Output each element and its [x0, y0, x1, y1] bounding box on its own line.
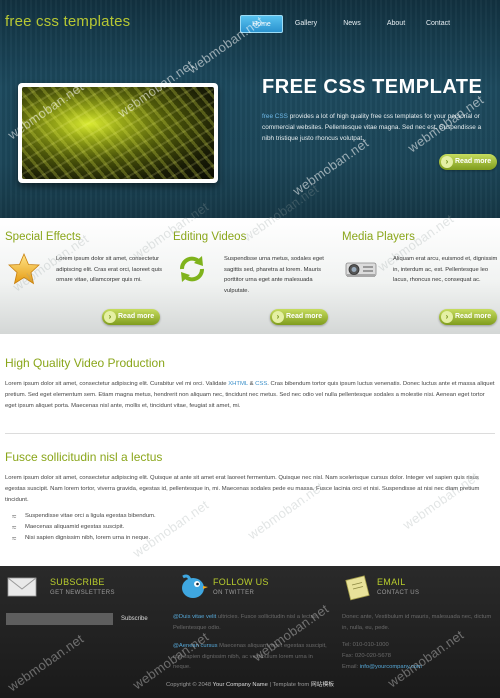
follow-column: FOLLOW US ON TWITTER	[213, 577, 269, 596]
css-link[interactable]: CSS	[255, 381, 267, 387]
section-text: Lorem ipsum dolor sit amet, consectetur …	[5, 379, 495, 412]
feature-media-players: Media Players Aliquam erat arcu, euismod…	[342, 218, 500, 334]
copyright-text: Copyright © 2048	[165, 682, 213, 688]
tweet-user-link[interactable]: @Duis vitae velit	[173, 614, 216, 620]
contact-email: Email: info@yourcompany.com	[342, 662, 422, 673]
arrow-right-icon: ›	[441, 311, 453, 323]
feature-title: Media Players	[342, 231, 415, 243]
hero-title: FREE CSS TEMPLATE	[262, 76, 483, 98]
follow-subtitle: ON TWITTER	[213, 590, 255, 596]
subscribe-button[interactable]: Subscribe	[121, 613, 148, 625]
projector-icon	[345, 262, 377, 277]
feature-special-effects: Special Effects Lorem ipsum dolor sit am…	[5, 218, 165, 334]
feature-read-more-label: Read more	[455, 313, 492, 320]
xhtml-link[interactable]: XHTML	[228, 381, 248, 387]
feature-read-more-label: Read more	[286, 313, 323, 320]
hero-read-more-label: Read more	[455, 158, 492, 165]
contact-address: Donec ante, Vestibulum id mauris, malesu…	[342, 614, 492, 631]
email-subtitle: CONTACT US	[377, 590, 420, 596]
bullet-list: Suspendisse vitae orci a ligula egestas …	[12, 511, 156, 544]
header-hero: free css templates Home Gallery News Abo…	[0, 0, 500, 218]
arrow-right-icon: ›	[104, 311, 116, 323]
copyright: Copyright © 2048 Your Company Name | Tem…	[0, 679, 500, 688]
section-title: Fusce sollicitudin nisl a lectus	[5, 450, 163, 464]
company-name-link[interactable]: Your Company Name	[213, 682, 268, 688]
arrow-right-icon: ›	[272, 311, 284, 323]
feature-read-more-button[interactable]: › Read more	[102, 309, 161, 325]
feature-title: Special Effects	[5, 231, 81, 243]
arrow-right-icon: ›	[441, 156, 453, 168]
star-icon	[8, 252, 40, 285]
note-icon	[345, 575, 370, 601]
hero-text-body: provides a lot of high quality free css …	[262, 113, 482, 142]
email-title: EMAIL	[377, 577, 406, 587]
subscribe-column: SUBSCRIBE GET NEWSLETTERS	[50, 577, 115, 596]
newsletter-email-input[interactable]	[6, 613, 113, 625]
tweet-user-link[interactable]: @Aenean cursus	[173, 643, 218, 649]
tweet: @Duis vitae velit ultricies. Fusce solli…	[173, 612, 328, 633]
main-nav: Home Gallery News About Contact	[240, 15, 459, 33]
feature-read-more-label: Read more	[118, 313, 155, 320]
tweet: @Aenean cursus Maecenas aliquam, eget eg…	[173, 641, 328, 673]
envelope-icon	[7, 577, 37, 597]
section-text: Lorem ipsum dolor sit amet, consectetur …	[5, 475, 480, 503]
contact-fax: Fax: 020-020-5678	[342, 653, 391, 659]
feature-title: Editing Videos	[173, 231, 247, 243]
twitter-bird-icon	[182, 574, 208, 598]
feature-text: Lorem ipsum dolor sit amet, consectetur …	[56, 256, 163, 283]
divider	[5, 433, 495, 434]
nav-news[interactable]: News	[329, 15, 375, 33]
list-item: Nisi sapien dignissim nibh, lorem urna i…	[12, 533, 156, 544]
copyright-text: | Template from	[267, 682, 311, 688]
email-column: EMAIL CONTACT US	[377, 577, 419, 596]
subscribe-title: SUBSCRIBE	[50, 577, 105, 587]
feature-read-more-button[interactable]: › Read more	[270, 309, 329, 325]
hero-image	[22, 87, 214, 179]
feature-text: Aliquam erat arcu, euismod et, dignissim…	[393, 256, 498, 283]
subscribe-subtitle: GET NEWSLETTERS	[50, 590, 115, 596]
features-band: Special Effects Lorem ipsum dolor sit am…	[0, 218, 500, 334]
hero-read-more-button[interactable]: › Read more	[439, 154, 498, 170]
hero-image-frame	[18, 83, 218, 183]
feature-text: Suspendisse urna metus, sodales eget sag…	[224, 256, 324, 294]
follow-title: FOLLOW US	[213, 577, 269, 587]
list-item: Suspendisse vitae orci a ligula egestas …	[12, 511, 156, 522]
site-logo[interactable]: free css templates	[5, 13, 130, 30]
section-text-part: Lorem ipsum dolor sit amet, consectetur …	[5, 381, 229, 387]
contact-tel: Tel: 010-010-1000	[342, 642, 389, 648]
hero-text: free CSS provides a lot of high quality …	[262, 111, 494, 144]
nav-contact[interactable]: Contact	[417, 15, 459, 33]
template-source-link[interactable]: 网站模板	[311, 682, 334, 688]
contact-email-link[interactable]: info@yourcompany.com	[360, 664, 422, 670]
nav-about[interactable]: About	[375, 15, 417, 33]
contact-email-label: Email:	[342, 664, 360, 670]
hero-text-highlight[interactable]: free CSS	[262, 113, 288, 120]
nav-home[interactable]: Home	[240, 15, 283, 33]
nav-gallery[interactable]: Gallery	[283, 15, 329, 33]
refresh-icon	[180, 256, 204, 282]
section-title: High Quality Video Production	[5, 356, 165, 370]
feature-editing-videos: Editing Videos Suspendisse urna metus, s…	[173, 218, 333, 334]
list-item: Maecenas aliquamid egestas suscipit.	[12, 522, 156, 533]
feature-read-more-button[interactable]: › Read more	[439, 309, 498, 325]
